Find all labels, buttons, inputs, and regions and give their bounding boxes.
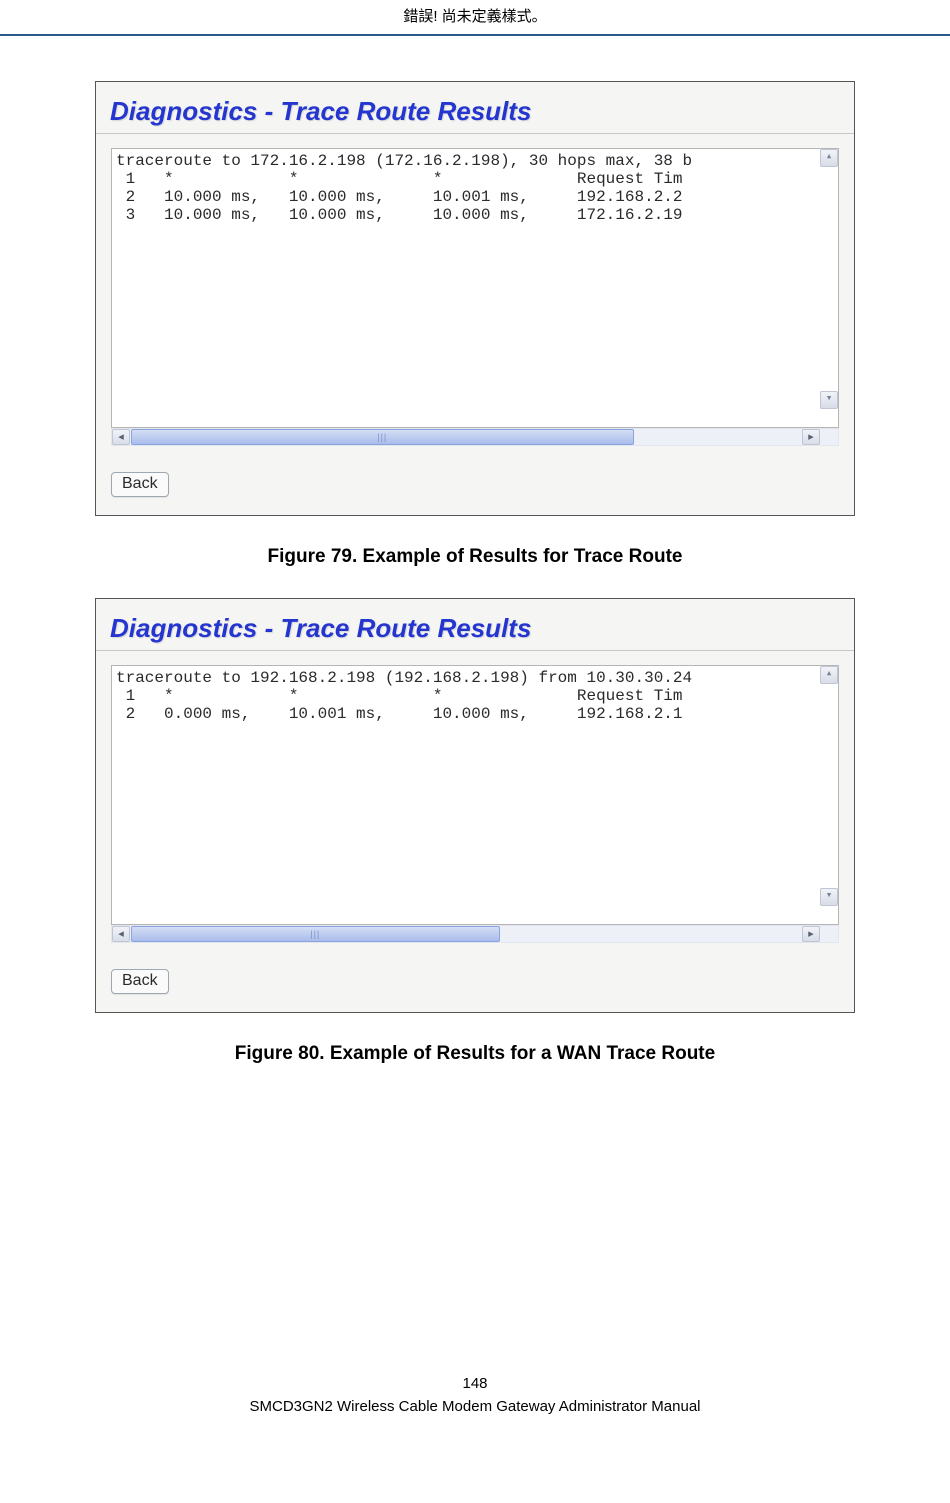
scroll-down-icon[interactable]: ▾	[820, 888, 838, 906]
traceroute-output-wrapper: traceroute to 172.16.2.198 (172.16.2.198…	[111, 148, 839, 446]
figure-caption-80: Figure 80. Example of Results for a WAN …	[0, 1043, 950, 1065]
panel-title: Diagnostics - Trace Route Results	[96, 94, 854, 134]
horizontal-scrollbar[interactable]: ◂ ||| ▸	[111, 925, 839, 943]
screenshot-panel: Diagnostics - Trace Route Results tracer…	[96, 82, 854, 515]
output-line: 3 10.000 ms, 10.000 ms, 10.000 ms, 172.1…	[116, 206, 683, 224]
traceroute-output: traceroute to 192.168.2.198 (192.168.2.1…	[111, 665, 839, 925]
traceroute-output-wrapper: traceroute to 192.168.2.198 (192.168.2.1…	[111, 665, 839, 943]
scroll-left-icon[interactable]: ◂	[112, 429, 130, 445]
scroll-up-icon[interactable]: ▴	[820, 149, 838, 167]
output-line: traceroute to 192.168.2.198 (192.168.2.1…	[116, 669, 692, 687]
scroll-right-icon[interactable]: ▸	[802, 926, 820, 942]
traceroute-output: traceroute to 172.16.2.198 (172.16.2.198…	[111, 148, 839, 428]
output-line: 1 * * * Request Tim	[116, 170, 683, 188]
output-line: 1 * * * Request Tim	[116, 687, 683, 705]
output-line: 2 10.000 ms, 10.000 ms, 10.001 ms, 192.1…	[116, 188, 683, 206]
screenshot-figure-79: Diagnostics - Trace Route Results tracer…	[95, 81, 855, 516]
scroll-down-icon[interactable]: ▾	[820, 391, 838, 409]
thumb-grip-icon: |||	[310, 929, 320, 939]
scroll-thumb[interactable]: |||	[131, 926, 500, 942]
figure-caption-79: Figure 79. Example of Results for Trace …	[0, 546, 950, 568]
output-line: traceroute to 172.16.2.198 (172.16.2.198…	[116, 152, 692, 170]
screenshot-figure-80: Diagnostics - Trace Route Results tracer…	[95, 598, 855, 1013]
scroll-thumb[interactable]: |||	[131, 429, 634, 445]
scroll-track[interactable]: |||	[131, 926, 801, 942]
page-header-error: 錯誤! 尚未定義樣式。	[0, 0, 950, 36]
horizontal-scrollbar[interactable]: ◂ ||| ▸	[111, 428, 839, 446]
screenshot-panel: Diagnostics - Trace Route Results tracer…	[96, 599, 854, 1012]
back-button[interactable]: Back	[111, 472, 169, 497]
scroll-track[interactable]: |||	[131, 429, 801, 445]
manual-title: SMCD3GN2 Wireless Cable Modem Gateway Ad…	[0, 1398, 950, 1415]
page-number: 148	[0, 1375, 950, 1392]
scroll-up-icon[interactable]: ▴	[820, 666, 838, 684]
scroll-right-icon[interactable]: ▸	[802, 429, 820, 445]
output-line: 2 0.000 ms, 10.001 ms, 10.000 ms, 192.16…	[116, 705, 683, 723]
scroll-left-icon[interactable]: ◂	[112, 926, 130, 942]
panel-title: Diagnostics - Trace Route Results	[96, 611, 854, 651]
scroll-corner	[820, 429, 838, 445]
scroll-corner	[820, 926, 838, 942]
page-footer: 148 SMCD3GN2 Wireless Cable Modem Gatewa…	[0, 1375, 950, 1435]
back-button[interactable]: Back	[111, 969, 169, 994]
thumb-grip-icon: |||	[377, 432, 387, 442]
